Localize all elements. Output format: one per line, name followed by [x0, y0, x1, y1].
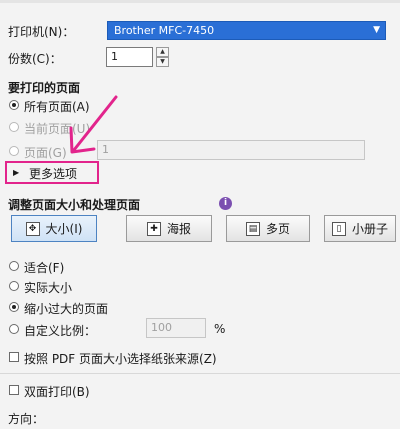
- spin-up-icon[interactable]: ▲: [156, 47, 169, 57]
- info-icon[interactable]: i: [219, 197, 232, 210]
- chevron-down-icon: ▼: [373, 25, 380, 35]
- current-page-radio[interactable]: [9, 122, 19, 132]
- custom-scale-radio[interactable]: [9, 324, 19, 334]
- size-mode-button[interactable]: ✥ 大小(I): [11, 215, 97, 242]
- top-border: [0, 0, 400, 3]
- actual-size-radio[interactable]: [9, 281, 19, 291]
- sizing-section-title: 调整页面大小和处理页面: [8, 198, 141, 212]
- section-divider: [0, 373, 400, 374]
- size-icon: ✥: [25, 221, 40, 236]
- printer-select[interactable]: Brother MFC-7450 ▼: [107, 21, 386, 40]
- fit-label: 适合(F): [24, 261, 65, 275]
- spin-down-icon[interactable]: ▼: [156, 57, 169, 67]
- orientation-label: 方向：: [8, 412, 45, 426]
- percent-label: %: [214, 322, 226, 336]
- copies-input[interactable]: 1: [106, 47, 153, 67]
- multiple-pages-icon: ▤: [245, 221, 260, 236]
- copies-label: 份数(C)：: [8, 52, 62, 66]
- expand-triangle-icon[interactable]: ▶: [13, 168, 19, 177]
- printer-label: 打印机(N)：: [8, 25, 75, 39]
- duplex-checkbox[interactable]: [9, 385, 19, 395]
- multiple-mode-button[interactable]: ▤ 多页: [226, 215, 310, 242]
- fit-radio[interactable]: [9, 261, 19, 271]
- actual-size-label: 实际大小: [24, 281, 73, 295]
- printer-selected-value: Brother MFC-7450: [114, 24, 215, 37]
- poster-mode-label: 海报: [166, 222, 191, 236]
- choose-paper-label: 按照 PDF 页面大小选择纸张来源(Z): [24, 352, 217, 366]
- arrow-annotation-icon: [69, 95, 118, 154]
- scale-input[interactable]: 100: [146, 318, 206, 338]
- choose-paper-checkbox[interactable]: [9, 352, 19, 362]
- shrink-label: 缩小过大的页面: [24, 302, 109, 316]
- all-pages-radio[interactable]: [9, 100, 19, 110]
- poster-icon: ✚: [146, 221, 161, 236]
- shrink-radio[interactable]: [9, 302, 19, 312]
- duplex-label: 双面打印(B): [24, 385, 90, 399]
- page-range-input[interactable]: 1: [97, 140, 365, 160]
- custom-scale-label: 自定义比例：: [24, 324, 97, 338]
- multiple-mode-label: 多页: [265, 222, 290, 236]
- booklet-mode-button[interactable]: ▯ 小册子: [324, 215, 396, 242]
- poster-mode-button[interactable]: ✚ 海报: [126, 215, 212, 242]
- more-options-toggle[interactable]: 更多选项: [29, 165, 77, 182]
- pages-radio[interactable]: [9, 146, 19, 156]
- booklet-mode-label: 小册子: [351, 222, 388, 236]
- size-mode-label: 大小(I): [45, 222, 83, 236]
- booklet-icon: ▯: [331, 221, 346, 236]
